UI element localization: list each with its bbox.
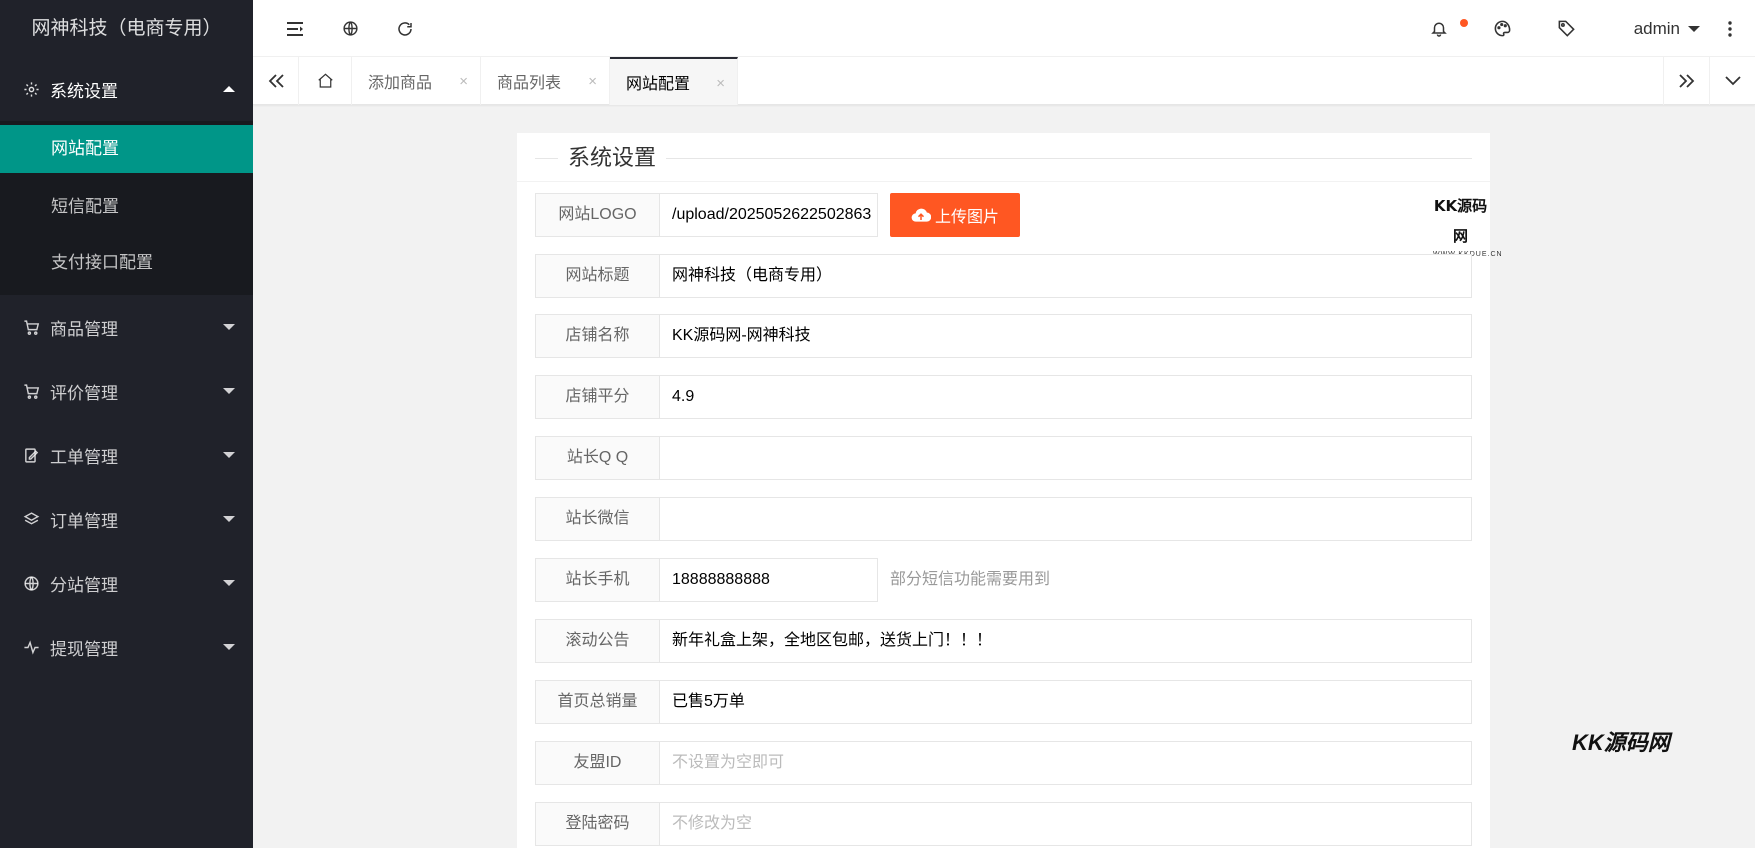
legend-line — [535, 158, 1472, 159]
user-name: admin — [1633, 18, 1680, 38]
tab-options-chevron-down-icon[interactable] — [1709, 57, 1755, 105]
sidebar-item-sms-config[interactable]: 短信配置 — [0, 179, 253, 235]
tab-label: 商品列表 — [497, 75, 562, 92]
caret-up-icon — [223, 86, 235, 92]
upload-image-button[interactable]: 上传图片 — [890, 193, 1020, 237]
menu-order-management[interactable]: 订单管理 — [0, 487, 253, 551]
top-header: admin — [253, 0, 1755, 57]
watermark-text: KK源码网 — [1572, 730, 1670, 755]
divider — [517, 181, 1490, 182]
tab-label: 添加商品 — [368, 75, 433, 92]
menu-ticket-management-label: 工单管理 — [50, 447, 118, 467]
caret-down-icon — [223, 580, 235, 586]
total-sales-input[interactable]: 已售5万单 — [659, 680, 1472, 724]
admin-phone-input[interactable]: 18888888888 — [659, 558, 878, 602]
tab-product-list[interactable]: 商品列表 × — [481, 57, 610, 105]
layers-icon — [22, 510, 40, 528]
tab-site-config[interactable]: 网站配置 × — [610, 57, 738, 105]
menu-group-system-settings: 系统设置 网站配置 短信配置 支付接口配置 — [0, 57, 253, 295]
shop-rating-input[interactable]: 4.9 — [659, 375, 1472, 419]
login-password-input[interactable]: 不修改为空 — [659, 802, 1472, 846]
menu-substation-management[interactable]: 分站管理 — [0, 551, 253, 615]
field-label: 店铺名称 — [535, 314, 660, 358]
field-label: 网站标题 — [535, 254, 660, 298]
logo-preview-text: KK源码网 — [1433, 197, 1488, 245]
submenu-system-settings: 网站配置 短信配置 支付接口配置 — [0, 121, 253, 295]
close-icon[interactable]: × — [459, 73, 468, 90]
umeng-id-input[interactable]: 不设置为空即可 — [659, 741, 1472, 785]
field-label: 站长Q Q — [535, 436, 660, 480]
fieldset-legend: 系统设置 — [535, 144, 1472, 172]
caret-down-icon — [223, 388, 235, 394]
cart-icon — [22, 318, 40, 336]
sidebar-item-payment-config[interactable]: 支付接口配置 — [0, 235, 253, 291]
field-label: 滚动公告 — [535, 619, 660, 663]
tab-scroll-left-icon[interactable] — [253, 57, 299, 105]
menu-system-settings-label: 系统设置 — [50, 81, 118, 101]
menu-review-management[interactable]: 评价管理 — [0, 359, 253, 423]
field-hint: 部分短信功能需要用到 — [890, 571, 1051, 588]
notification-dot — [1460, 19, 1468, 27]
close-icon[interactable]: × — [588, 73, 597, 90]
field-label: 站长手机 — [535, 558, 660, 602]
tag-icon[interactable] — [1536, 0, 1596, 57]
caret-down-icon — [223, 516, 235, 522]
logo-preview-image: KK源码网 WWW.KKDUE.CN — [1433, 191, 1502, 258]
refresh-icon[interactable] — [375, 0, 435, 57]
admin-qq-input[interactable] — [659, 436, 1472, 480]
bell-icon[interactable] — [1409, 0, 1469, 57]
app-title: 网神科技（电商专用） — [0, 0, 253, 57]
logo-path-input[interactable]: /upload/2025052622502863 — [659, 193, 878, 237]
menu-ticket-management[interactable]: 工单管理 — [0, 423, 253, 487]
field-label: 首页总销量 — [535, 680, 660, 724]
tab-label: 网站配置 — [626, 76, 691, 93]
pulse-icon — [22, 638, 40, 656]
menu-review-management-label: 评价管理 — [50, 383, 118, 403]
scroll-notice-input[interactable]: 新年礼盒上架，全地区包邮，送货上门！！！ — [659, 619, 1472, 663]
field-label: 登陆密码 — [535, 802, 660, 846]
field-label: 站长微信 — [535, 497, 660, 541]
sidebar-item-site-config[interactable]: 网站配置 — [0, 125, 253, 173]
caret-down-icon — [1688, 25, 1700, 32]
tab-add-product[interactable]: 添加商品 × — [352, 57, 481, 105]
field-label: 友盟ID — [535, 741, 660, 785]
admin-wechat-input[interactable] — [659, 497, 1472, 541]
legend-title: 系统设置 — [558, 144, 667, 172]
site-title-input[interactable]: 网神科技（电商专用） — [659, 254, 1472, 298]
form-row-logo: 网站LOGO /upload/2025052622502863 上传图片 KK源… — [535, 193, 1502, 258]
gear-icon — [22, 80, 40, 98]
upload-image-label: 上传图片 — [934, 209, 999, 226]
form-row-admin-phone: 站长手机 18888888888 部分短信功能需要用到 — [535, 558, 1475, 602]
sidebar: 网神科技（电商专用） 系统设置 网站配置 短信配置 支付接口配置 商品管理 评价… — [0, 0, 253, 848]
tab-bar: 添加商品 × 商品列表 × 网站配置 × — [253, 57, 1755, 105]
globe-icon[interactable] — [320, 0, 380, 57]
menu-product-management[interactable]: 商品管理 — [0, 295, 253, 359]
menu-toggle-icon[interactable] — [266, 0, 326, 57]
more-vertical-icon[interactable] — [1705, 0, 1755, 57]
field-label: 店铺平分 — [535, 375, 660, 419]
menu-substation-management-label: 分站管理 — [50, 575, 118, 595]
tab-scroll-right-icon[interactable] — [1663, 57, 1709, 105]
globe-icon — [22, 574, 40, 592]
menu-withdraw-management-label: 提现管理 — [50, 639, 118, 659]
menu-system-settings[interactable]: 系统设置 — [0, 57, 253, 121]
caret-down-icon — [223, 644, 235, 650]
shop-name-input[interactable]: KK源码网-网神科技 — [659, 314, 1472, 358]
menu-withdraw-management[interactable]: 提现管理 — [0, 615, 253, 679]
field-label: 网站LOGO — [535, 193, 660, 237]
menu-product-management-label: 商品管理 — [50, 319, 118, 339]
palette-icon[interactable] — [1472, 0, 1532, 57]
caret-down-icon — [223, 324, 235, 330]
cloud-upload-icon — [911, 208, 931, 222]
caret-down-icon — [223, 452, 235, 458]
menu-order-management-label: 订单管理 — [50, 511, 118, 531]
cart-icon — [22, 382, 40, 400]
edit-icon — [22, 446, 40, 464]
settings-card: 系统设置 网站LOGO /upload/2025052622502863 上传图… — [517, 133, 1502, 848]
home-icon[interactable] — [299, 57, 352, 105]
close-icon[interactable]: × — [716, 75, 725, 92]
user-menu[interactable]: admin — [1634, 0, 1700, 57]
